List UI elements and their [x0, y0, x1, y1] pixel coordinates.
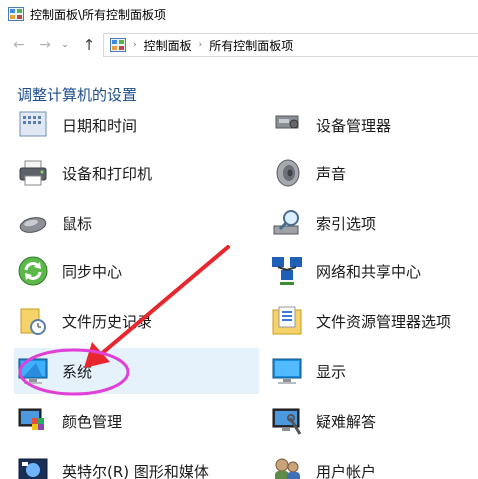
- control-panel-icon: [110, 38, 126, 52]
- item-label: 设备管理器: [316, 116, 392, 135]
- item-user-accounts[interactable]: 用户帐户: [254, 448, 478, 479]
- item-sound[interactable]: 声音: [254, 150, 478, 196]
- navigation-bar: ← → ⌄ ↑ › 控制面板 › 所有控制面板项: [0, 30, 478, 60]
- item-intel-graphics[interactable]: 英特尔(R) 图形和媒体: [0, 448, 244, 479]
- item-label: 疑难解答: [316, 412, 377, 431]
- title-bar: 控制面板\所有控制面板项: [0, 0, 478, 30]
- intel-graphics-icon: [18, 458, 48, 479]
- mouse-icon: [19, 217, 47, 233]
- item-label: 日期和时间: [62, 116, 138, 135]
- user-accounts-icon: [275, 458, 300, 479]
- breadcrumb-separator: ›: [133, 40, 137, 50]
- address-bar[interactable]: › 控制面板 › 所有控制面板项: [103, 33, 478, 57]
- item-system[interactable]: 系统: [14, 348, 259, 394]
- item-network-sharing[interactable]: 网络和共享中心: [254, 248, 478, 294]
- speaker-icon: [276, 159, 300, 187]
- file-history-icon: [20, 308, 46, 335]
- device-manager-icon: [275, 115, 299, 129]
- item-label: 声音: [316, 164, 347, 183]
- network-icon: [272, 257, 302, 285]
- display-icon: [272, 358, 302, 384]
- printer-icon: [19, 160, 47, 186]
- calendar-clock-icon: [19, 111, 47, 137]
- item-label: 网络和共享中心: [316, 262, 422, 281]
- item-devices-printers[interactable]: 设备和打印机: [0, 150, 244, 196]
- window-title: 控制面板\所有控制面板项: [30, 8, 167, 22]
- item-label: 显示: [316, 362, 347, 381]
- item-troubleshooting[interactable]: 疑难解答: [254, 398, 478, 444]
- system-monitor-icon: [18, 358, 48, 384]
- item-device-manager[interactable]: 设备管理器: [254, 110, 478, 148]
- item-label: 索引选项: [316, 214, 377, 233]
- item-label: 同步中心: [62, 262, 123, 281]
- troubleshooting-icon: [272, 408, 302, 435]
- item-color-management[interactable]: 颜色管理: [0, 398, 244, 444]
- folder-options-icon: [272, 306, 302, 335]
- breadcrumb-separator[interactable]: ›: [199, 40, 203, 50]
- breadcrumb-all-items[interactable]: 所有控制面板项: [209, 37, 293, 54]
- item-label: 用户帐户: [316, 462, 377, 479]
- forward-arrow-icon[interactable]: →: [36, 36, 54, 54]
- item-label: 鼠标: [62, 214, 93, 233]
- control-panel-icon: [8, 7, 24, 21]
- recent-locations-chevron-icon[interactable]: ⌄: [58, 36, 72, 54]
- item-file-history[interactable]: 文件历史记录: [0, 298, 244, 344]
- item-sync-center[interactable]: 同步中心: [0, 248, 244, 294]
- control-panel-items: 日期和时间 设备管理器 设备和打印机 声音 鼠标 索引选项 同步中心 网络和共享…: [0, 110, 478, 479]
- item-label: 设备和打印机: [62, 164, 153, 183]
- item-label: 系统: [62, 362, 93, 381]
- item-label: 文件历史记录: [62, 312, 153, 331]
- item-mouse[interactable]: 鼠标: [0, 200, 244, 246]
- sync-icon: [18, 256, 48, 286]
- item-label: 英特尔(R) 图形和媒体: [62, 462, 209, 479]
- breadcrumb-control-panel[interactable]: 控制面板: [144, 37, 192, 54]
- index-search-icon: [273, 210, 299, 235]
- back-arrow-icon[interactable]: ←: [10, 36, 28, 54]
- item-display[interactable]: 显示: [254, 348, 478, 394]
- item-label: 颜色管理: [62, 412, 123, 431]
- item-label: 文件资源管理器选项: [316, 312, 452, 331]
- item-folder-options[interactable]: 文件资源管理器选项: [254, 298, 478, 344]
- up-arrow-icon[interactable]: ↑: [80, 36, 98, 54]
- item-indexing-options[interactable]: 索引选项: [254, 200, 478, 246]
- page-heading: 调整计算机的设置: [17, 86, 138, 104]
- color-management-icon: [18, 408, 44, 430]
- item-date-time[interactable]: 日期和时间: [0, 110, 244, 148]
